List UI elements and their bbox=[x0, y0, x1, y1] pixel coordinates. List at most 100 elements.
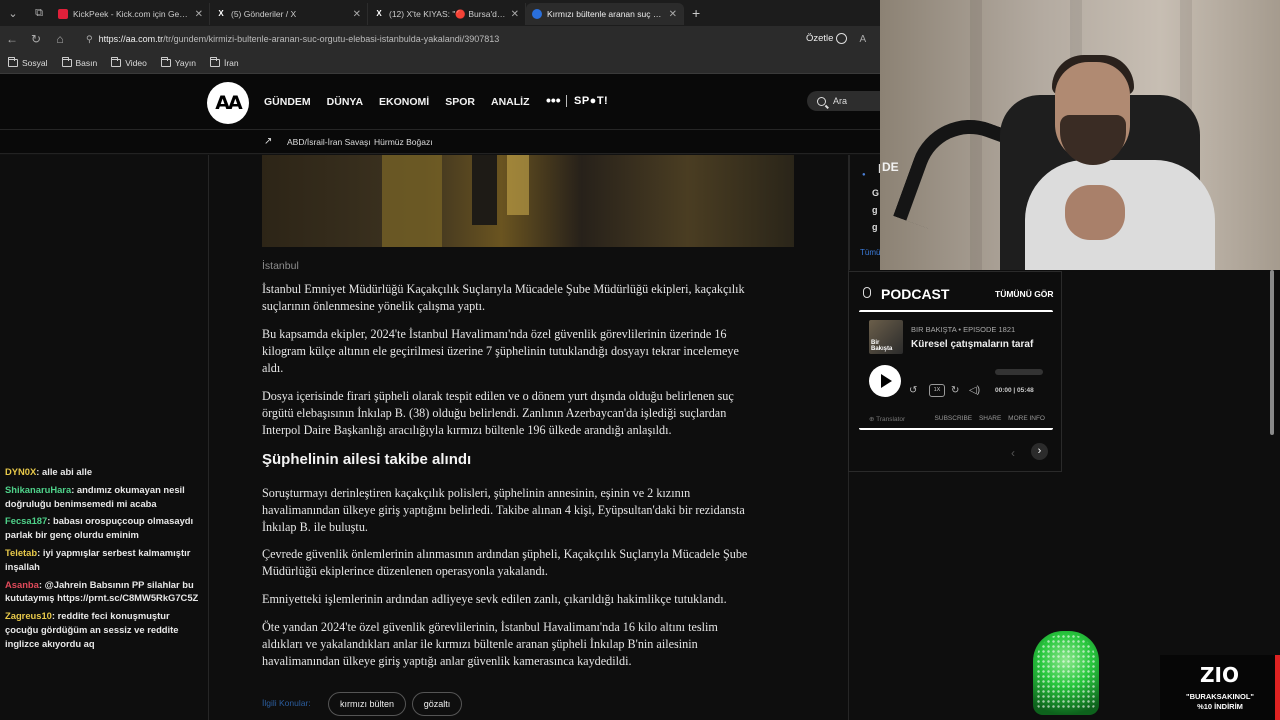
translator-link[interactable]: ⊕ Translator bbox=[869, 415, 905, 423]
aa-favicon-icon bbox=[532, 9, 542, 19]
bookmark-folder-sosyal[interactable]: Sosyal bbox=[8, 56, 48, 68]
main-nav: GÜNDEM DÜNYA EKONOMİ SPOR ANALİZ bbox=[264, 96, 545, 108]
close-tab-icon[interactable]: ✕ bbox=[511, 9, 519, 20]
progress-bar[interactable] bbox=[995, 369, 1043, 375]
folder-icon bbox=[61, 56, 72, 67]
bookmark-folder-yayin[interactable]: Yayın bbox=[160, 56, 196, 68]
tab-title: (12) X'te KIYAS: "🔴 Bursa'da sosy bbox=[389, 8, 506, 19]
play-button[interactable] bbox=[869, 365, 901, 397]
episode-show: BIR BAKIŞTA • EPISODE 1821 bbox=[911, 325, 1016, 334]
search-input[interactable]: Ara bbox=[807, 91, 880, 111]
chat-username[interactable]: Asanba bbox=[5, 579, 39, 590]
sidebar-news-item[interactable]: g bbox=[872, 222, 878, 232]
tab-title: Kırmızı bültenle aranan suç örgüt bbox=[547, 9, 664, 19]
tab-list-chevron-icon[interactable]: ⌄ bbox=[0, 0, 26, 26]
bookmark-label: İran bbox=[223, 57, 239, 68]
rewind-icon[interactable]: ↺ bbox=[909, 385, 917, 396]
back-icon[interactable]: ← bbox=[0, 32, 24, 46]
bookmark-label: Basın bbox=[75, 57, 98, 68]
nav-dunya[interactable]: DÜNYA bbox=[327, 96, 363, 108]
sidebar-news-item[interactable]: G bbox=[872, 188, 879, 198]
webcam-feed: DE bbox=[880, 0, 1280, 270]
close-tab-icon[interactable]: ✕ bbox=[195, 9, 203, 20]
volume-icon[interactable]: ◁) bbox=[969, 385, 980, 396]
sidebar-news-list: DE ● G g g Tümü bbox=[849, 155, 896, 270]
plus-icon[interactable]: + bbox=[692, 5, 700, 21]
sponsor-logo: ZIO bbox=[1200, 663, 1239, 687]
nav-ekonomi[interactable]: EKONOMİ bbox=[379, 96, 429, 108]
x-favicon-icon: X bbox=[376, 9, 382, 18]
article-paragraph: Çevrede güvenlik önlemlerinin alınmasını… bbox=[262, 547, 748, 578]
nav-spor[interactable]: SPOR bbox=[445, 96, 475, 108]
tag-gozalti[interactable]: gözaltı bbox=[412, 692, 462, 716]
subscribe-link[interactable]: SUBSCRIBE bbox=[935, 415, 973, 422]
tab-x-kiyas[interactable]: X (12) X'te KIYAS: "🔴 Bursa'da sosy ✕ bbox=[368, 3, 526, 25]
search-icon bbox=[817, 96, 826, 106]
tab-title: KickPeek - Kick.com için Gerçek Za bbox=[73, 9, 190, 19]
sponsor-code: "BURAKSAKINOL" bbox=[1186, 692, 1254, 701]
nav-gundem[interactable]: GÜNDEM bbox=[264, 96, 311, 108]
article-location: İstanbul bbox=[262, 260, 299, 272]
article-paragraph: İstanbul Emniyet Müdürlüğü Kaçakçılık Su… bbox=[262, 282, 745, 313]
summarize-label: Özetle bbox=[806, 33, 834, 45]
chat-username[interactable]: Zagreus10 bbox=[5, 610, 52, 621]
chat-username[interactable]: ShikanaruHara bbox=[5, 484, 71, 495]
chat-message: Teletab: iyi yapmışlar serbest kalmamışt… bbox=[5, 546, 191, 572]
tab-aa-article[interactable]: Kırmızı bültenle aranan suç örgüt ✕ bbox=[526, 3, 684, 25]
webcam-overlap-text: DE bbox=[882, 160, 899, 174]
tab-x-posts[interactable]: X (5) Gönderiler / X ✕ bbox=[210, 3, 368, 25]
share-link[interactable]: SHARE bbox=[979, 415, 1001, 422]
nav-analiz[interactable]: ANALİZ bbox=[491, 96, 530, 108]
close-tab-icon[interactable]: ✕ bbox=[353, 9, 361, 20]
spot-link[interactable]: SP●T! bbox=[574, 95, 608, 107]
chevron-left-icon[interactable]: ‹ bbox=[1011, 446, 1015, 460]
more-info-link[interactable]: MORE INFO bbox=[1008, 415, 1045, 422]
forward-icon[interactable]: ↻ bbox=[951, 385, 959, 396]
trending-topic[interactable]: ABD/İsrail-İran Savaşı bbox=[287, 137, 371, 147]
microphone-icon bbox=[863, 287, 871, 298]
refresh-icon[interactable]: ↻ bbox=[24, 32, 48, 46]
url-field[interactable]: ⚲ https://aa.com.tr/tr/gundem/kirmizi-bu… bbox=[78, 29, 800, 49]
speed-button[interactable]: 1X bbox=[929, 384, 945, 397]
tag-kirmizi-bulten[interactable]: kırmızı bülten bbox=[328, 692, 406, 716]
related-topics-label: İlgili Konular: bbox=[262, 698, 311, 708]
workspaces-icon[interactable]: ⧉ bbox=[26, 0, 52, 26]
read-aloud-icon[interactable]: A bbox=[859, 34, 866, 45]
sidebar-news-item[interactable]: g bbox=[872, 205, 878, 215]
site-info-icon[interactable]: ⚲ bbox=[86, 34, 93, 45]
bookmark-folder-video[interactable]: Video bbox=[111, 56, 147, 68]
nav-divider bbox=[566, 95, 567, 107]
search-placeholder: Ara bbox=[833, 96, 848, 106]
bullet-icon: ● bbox=[862, 172, 866, 178]
summarize-button[interactable]: Özetle bbox=[806, 33, 848, 45]
aa-logo[interactable]: AA bbox=[207, 82, 249, 124]
sponsor-accent bbox=[1275, 655, 1280, 720]
tab-kickpeek[interactable]: KickPeek - Kick.com için Gerçek Za ✕ bbox=[52, 3, 210, 25]
chat-username[interactable]: DYN0X bbox=[5, 466, 36, 477]
chat-message: Asanba: @Jahrein Babsının PP silahlar bu… bbox=[5, 578, 199, 604]
folder-icon bbox=[209, 56, 220, 67]
episode-title[interactable]: Küresel çatışmaların taraf bbox=[911, 339, 1049, 350]
article-paragraph: Soruşturmayı derinleştiren kaçakçılık po… bbox=[262, 486, 745, 534]
bookmark-folder-basin[interactable]: Basın bbox=[61, 56, 98, 68]
summarize-icon bbox=[836, 33, 848, 45]
home-icon[interactable]: ⌂ bbox=[48, 32, 72, 46]
folder-icon bbox=[160, 56, 171, 67]
article-paragraph: Emniyetteki işlemlerinin ardından adliye… bbox=[262, 592, 727, 606]
chat-username[interactable]: Fecsa187 bbox=[5, 515, 47, 526]
close-tab-icon[interactable]: ✕ bbox=[669, 9, 677, 20]
trending-bar: ↗ ABD/İsrail-İran Savaşı Hürmüz Boğazı bbox=[0, 130, 880, 154]
playback-time: 00:00 | 05:48 bbox=[995, 387, 1034, 394]
url-host: https://aa.com.tr bbox=[98, 34, 164, 44]
chevron-right-icon[interactable]: › bbox=[1031, 443, 1048, 460]
chat-username[interactable]: Teletab bbox=[5, 547, 37, 558]
see-all-link[interactable]: Tümü bbox=[860, 248, 880, 257]
chat-text: alle abi alle bbox=[42, 466, 93, 477]
see-all-podcasts-link[interactable]: TÜMÜNÜ GÖR bbox=[995, 289, 1054, 299]
more-menu-icon[interactable]: ••• bbox=[546, 92, 561, 108]
folder-icon bbox=[8, 56, 18, 67]
page-scrollbar[interactable] bbox=[1270, 270, 1274, 435]
episode-thumbnail: Bir Bakışta bbox=[869, 320, 903, 354]
bookmark-folder-iran[interactable]: İran bbox=[209, 56, 239, 68]
trending-topic[interactable]: Hürmüz Boğazı bbox=[374, 137, 433, 147]
